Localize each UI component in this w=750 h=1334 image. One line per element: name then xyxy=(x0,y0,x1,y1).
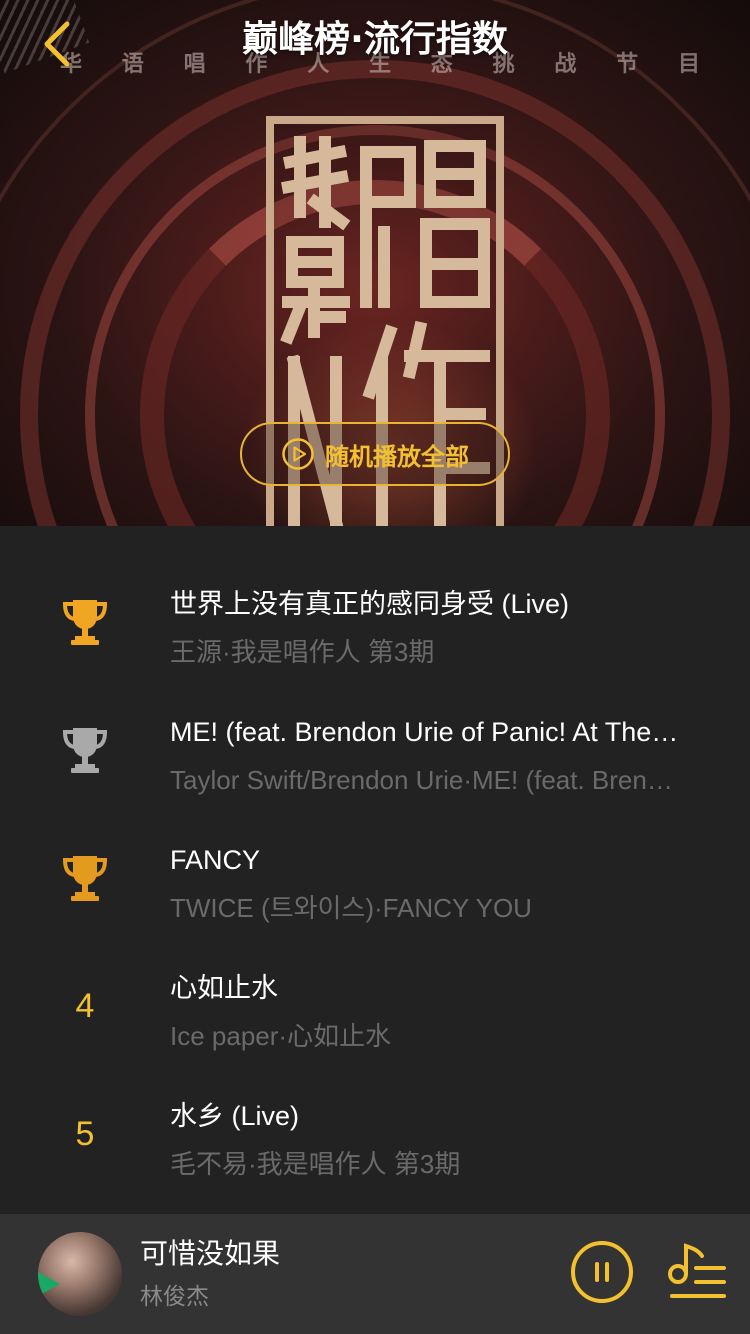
song-title: 水乡 (Live) xyxy=(170,1101,300,1131)
top-bar: 巅峰榜·流行指数 xyxy=(0,0,750,86)
playlist-button[interactable] xyxy=(666,1240,730,1304)
rank-badge: 5 xyxy=(40,1084,130,1184)
song-title: 心如止水 xyxy=(170,973,278,1003)
song-row[interactable]: ME! (feat. Brendon Urie of Panic! At The… xyxy=(0,700,750,828)
playlist-icon xyxy=(668,1243,726,1298)
shuffle-play-all-button[interactable]: 随机播放全部 xyxy=(240,422,510,486)
rank-number: 4 xyxy=(75,986,95,1025)
song-row[interactable]: 5 水乡 (Live) 毛不易·我是唱作人 第3期 xyxy=(0,1084,750,1212)
now-playing-title: 可惜没如果 xyxy=(140,1237,281,1270)
song-row[interactable]: FANCY TWICE (트와이스)·FANCY YOU xyxy=(0,828,750,956)
rank-number: 5 xyxy=(75,1114,95,1153)
silver-trophy-icon xyxy=(62,728,108,773)
rank-badge xyxy=(40,700,130,800)
song-row[interactable]: 世界上没有真正的感同身受 (Live) 王源·我是唱作人 第3期 xyxy=(0,572,750,700)
rank-badge xyxy=(40,572,130,672)
play-circle-icon xyxy=(282,438,314,470)
song-title: FANCY xyxy=(170,845,261,875)
now-playing-artist: 林俊杰 xyxy=(140,1284,209,1310)
pause-circle-icon xyxy=(571,1241,633,1303)
page-title: 巅峰榜·流行指数 xyxy=(242,19,508,60)
app-root: 华 语 唱 作 人 生 态 挑 战 节 目 巅峰榜·流行指数 随机播放全部 世界… xyxy=(0,0,750,1334)
song-meta: Ice paper·心如止水 xyxy=(170,1021,392,1051)
pause-button[interactable] xyxy=(570,1240,634,1304)
song-list: 世界上没有真正的感同身受 (Live) 王源·我是唱作人 第3期 ME! (fe… xyxy=(0,526,750,1212)
rank-badge xyxy=(40,828,130,928)
album-cover[interactable] xyxy=(38,1232,122,1316)
rank-badge: 4 xyxy=(40,956,130,1056)
song-meta: 毛不易·我是唱作人 第3期 xyxy=(170,1149,461,1179)
play-all-label: 随机播放全部 xyxy=(325,442,469,471)
song-row[interactable]: 4 心如止水 Ice paper·心如止水 xyxy=(0,956,750,1084)
song-title: ME! (feat. Brendon Urie of Panic! At The… xyxy=(170,717,685,747)
bronze-trophy-icon xyxy=(62,856,108,901)
play-badge-icon xyxy=(38,1272,60,1296)
song-meta: 王源·我是唱作人 第3期 xyxy=(170,637,435,667)
song-meta: TWICE (트와이스)·FANCY YOU xyxy=(170,893,532,923)
gold-trophy-icon xyxy=(62,600,108,645)
song-meta: Taylor Swift/Brendon Urie·ME! (feat. Bre… xyxy=(170,765,685,795)
mini-player[interactable]: 可惜没如果 林俊杰 xyxy=(0,1214,750,1334)
song-title: 世界上没有真正的感同身受 (Live) xyxy=(170,589,570,619)
